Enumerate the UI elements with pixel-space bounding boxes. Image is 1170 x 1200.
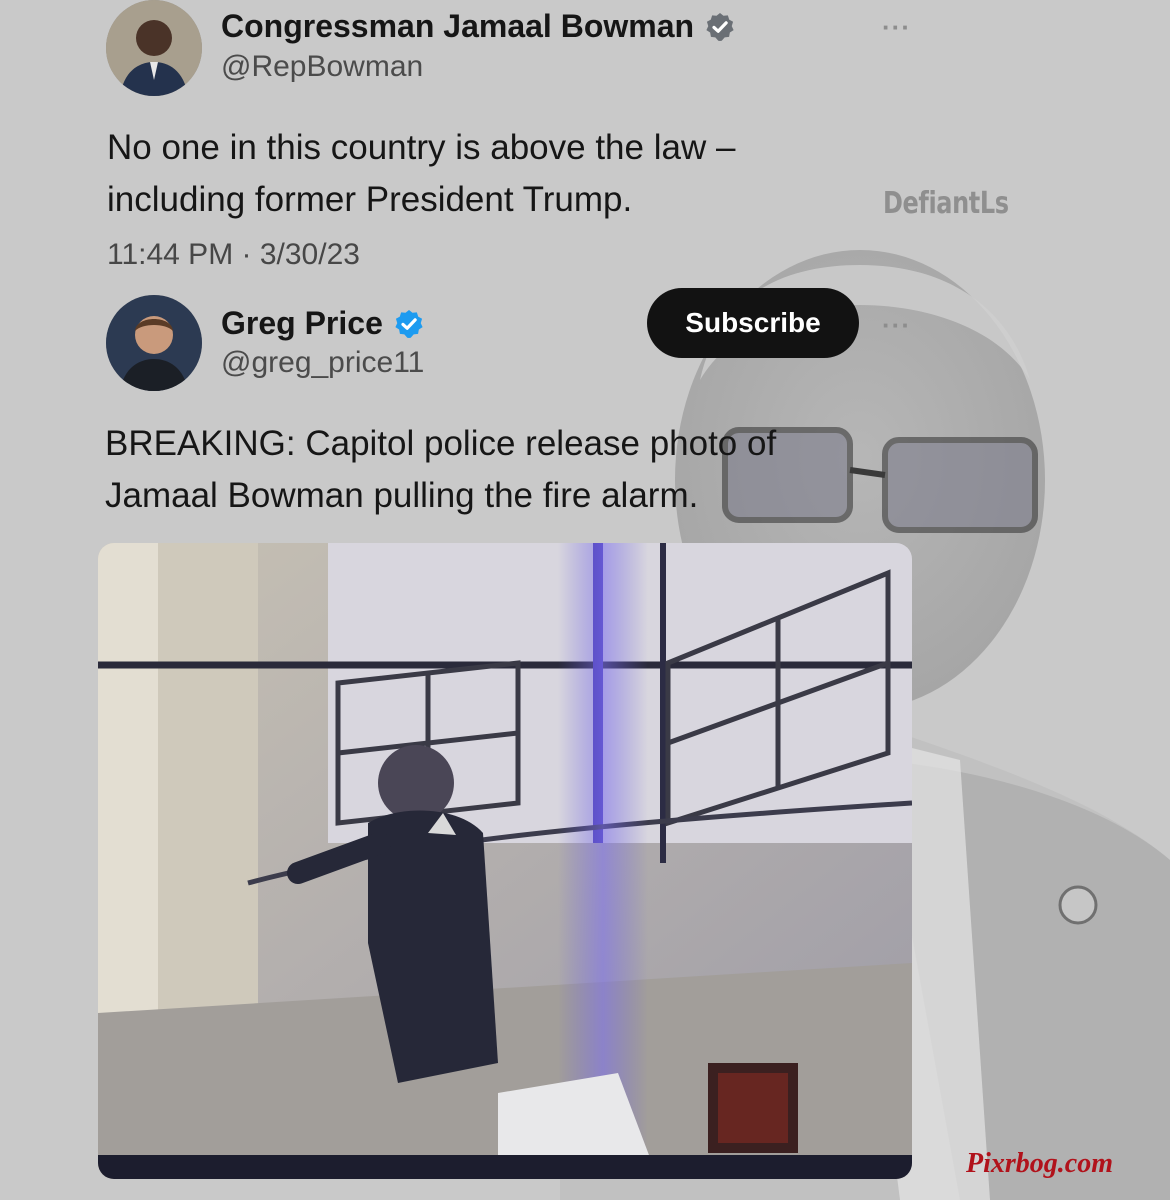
tweet-media-image[interactable] — [98, 543, 912, 1179]
timestamp[interactable]: 11:44 PM · 3/30/23 — [107, 238, 360, 272]
verified-badge-icon — [704, 11, 736, 43]
handle[interactable]: @RepBowman — [221, 50, 423, 84]
avatar[interactable] — [106, 295, 202, 391]
name-row: Greg Price — [221, 305, 425, 342]
surveillance-photo-image — [98, 543, 912, 1179]
subscribe-button[interactable]: Subscribe — [647, 288, 859, 358]
tweet-text-line: including former President Trump. — [107, 180, 633, 219]
avatar[interactable] — [106, 0, 202, 96]
name-row: Congressman Jamaal Bowman — [221, 8, 736, 45]
tweet-text-line: No one in this country is above the law … — [107, 128, 736, 167]
tweet-text-line: BREAKING: Capitol police release photo o… — [105, 424, 777, 463]
display-name[interactable]: Congressman Jamaal Bowman — [221, 8, 694, 45]
verified-badge-icon — [393, 308, 425, 340]
watermark-text: DefiantLs — [883, 186, 1009, 221]
handle[interactable]: @greg_price11 — [221, 346, 424, 380]
watermark-logo-text: Pixrbog.com — [966, 1148, 1113, 1179]
bowman-avatar-icon — [106, 0, 202, 96]
tweet-text: BREAKING: Capitol police release photo o… — [105, 418, 776, 522]
price-avatar-icon — [106, 295, 202, 391]
display-name[interactable]: Greg Price — [221, 305, 383, 342]
more-options-icon[interactable]: ··· — [882, 312, 911, 338]
tweet-text: No one in this country is above the law … — [107, 122, 735, 226]
tweet-text-line: Jamaal Bowman pulling the fire alarm. — [105, 476, 699, 515]
more-options-icon[interactable]: ··· — [882, 14, 911, 40]
